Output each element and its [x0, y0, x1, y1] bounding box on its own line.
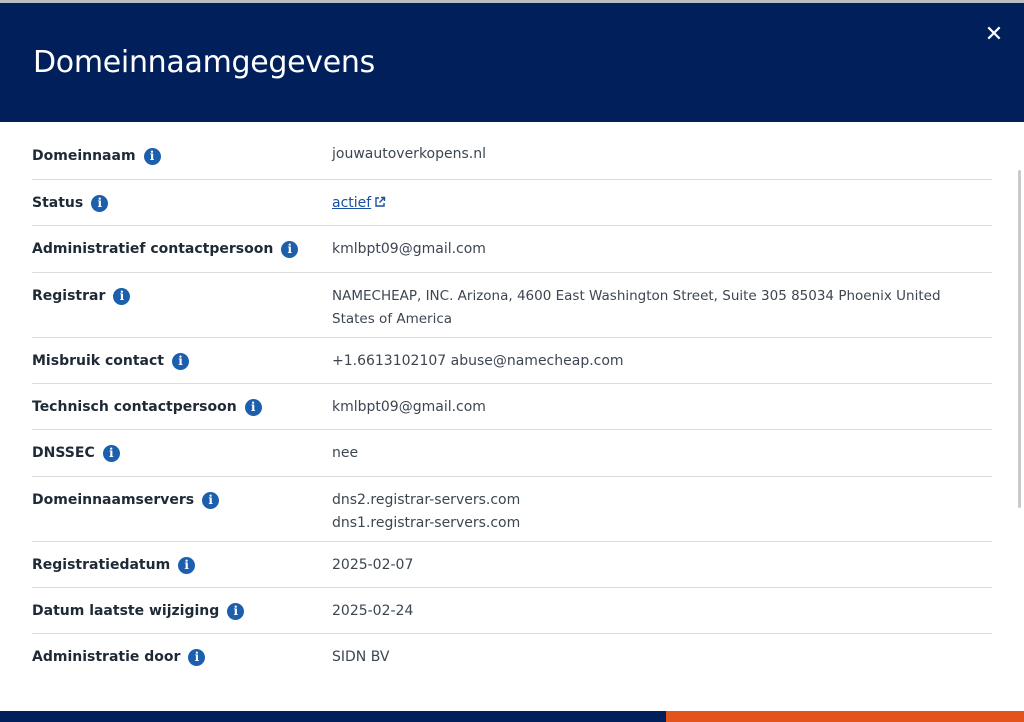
info-icon[interactable]: i	[171, 352, 189, 370]
row-label-wrap: DNSSEC i	[32, 444, 120, 462]
value-line: SIDN BV	[332, 649, 390, 665]
domain-details-dialog: Domeinnaamgegevens ✕ Domeinnaam i jouwau…	[0, 0, 1024, 722]
row-label: Datum laatste wijziging	[32, 603, 220, 619]
dialog-title: Domeinnaamgegevens	[33, 45, 375, 80]
row-value: jouwautoverkopens.nl	[332, 143, 982, 166]
value-line: +1.6613102107 abuse@namecheap.com	[332, 353, 624, 369]
dialog-header: Domeinnaamgegevens ✕	[0, 3, 1024, 122]
row-label-wrap: Datum laatste wijziging i	[32, 602, 245, 620]
row-label-wrap: Administratie door i	[32, 648, 206, 666]
value-line: NAMECHEAP, INC. Arizona, 4600 East Washi…	[332, 288, 941, 327]
row-label: Technisch contactpersoon	[32, 399, 237, 415]
footer-band-navy	[0, 711, 666, 722]
row-domeinnaam: Domeinnaam i jouwautoverkopens.nl	[32, 133, 992, 180]
row-label-wrap: Domeinnaam i	[32, 147, 161, 165]
row-dnssec: DNSSEC i nee	[32, 430, 992, 477]
value-line: dns2.registrar-servers.com	[332, 492, 521, 508]
row-misbruik-contact: Misbruik contact i +1.6613102107 abuse@n…	[32, 338, 992, 384]
info-icon[interactable]: i	[91, 194, 109, 212]
row-label: Domeinnaamservers	[32, 492, 195, 508]
row-label-wrap: Administratief contactpersoon i	[32, 240, 299, 258]
value-line: kmlbpt09@gmail.com	[332, 241, 486, 257]
row-label: Registratiedatum	[32, 557, 171, 573]
row-registratiedatum: Registratiedatum i 2025-02-07	[32, 542, 992, 588]
row-label: Registrar	[32, 288, 106, 304]
row-domeinnaamservers: Domeinnaamservers i dns2.registrar-serve…	[32, 477, 992, 542]
value-line: 2025-02-24	[332, 603, 414, 619]
value-line: kmlbpt09@gmail.com	[332, 399, 486, 415]
info-icon[interactable]: i	[178, 556, 196, 574]
info-icon[interactable]: i	[244, 398, 262, 416]
status-link[interactable]: actief	[332, 195, 386, 211]
value-line: 2025-02-07	[332, 557, 414, 573]
info-icon[interactable]: i	[143, 147, 161, 165]
details-list: Domeinnaam i jouwautoverkopens.nl Status…	[0, 133, 1024, 703]
footer-band-orange	[666, 711, 1024, 722]
row-value: SIDN BV	[332, 646, 982, 669]
info-icon[interactable]: i	[102, 444, 120, 462]
row-label: Misbruik contact	[32, 353, 164, 369]
row-datum-laatste-wijziging: Datum laatste wijziging i 2025-02-24	[32, 588, 992, 634]
info-icon[interactable]: i	[113, 287, 131, 305]
close-icon[interactable]: ✕	[982, 23, 1006, 47]
row-label-wrap: Misbruik contact i	[32, 352, 189, 370]
row-label: Domeinnaam	[32, 148, 136, 164]
row-label-wrap: Status i	[32, 194, 109, 212]
row-value: 2025-02-07	[332, 554, 982, 577]
row-label-wrap: Registratiedatum i	[32, 556, 196, 574]
row-label-wrap: Domeinnaamservers i	[32, 491, 220, 509]
status-link-text: actief	[332, 195, 372, 211]
info-icon[interactable]: i	[227, 602, 245, 620]
info-icon[interactable]: i	[202, 491, 220, 509]
scrollbar-thumb[interactable]	[1018, 170, 1021, 508]
row-label: Administratief contactpersoon	[32, 241, 274, 257]
row-label: Status	[32, 195, 84, 211]
row-administratief-contactpersoon: Administratief contactpersoon i kmlbpt09…	[32, 226, 992, 273]
row-label-wrap: Registrar i	[32, 287, 131, 305]
row-administratie-door: Administratie door i SIDN BV	[32, 634, 992, 694]
row-status: Status i actief	[32, 180, 992, 226]
row-value: kmlbpt09@gmail.com	[332, 396, 982, 419]
row-value: NAMECHEAP, INC. Arizona, 4600 East Washi…	[332, 285, 982, 331]
row-label: DNSSEC	[32, 445, 95, 461]
row-value: 2025-02-24	[332, 600, 982, 623]
value-line: nee	[332, 445, 359, 461]
row-value: nee	[332, 442, 982, 465]
value-line: dns1.registrar-servers.com	[332, 515, 521, 531]
info-icon[interactable]: i	[188, 648, 206, 666]
row-value: kmlbpt09@gmail.com	[332, 238, 982, 261]
row-technisch-contactpersoon: Technisch contactpersoon i kmlbpt09@gmai…	[32, 384, 992, 430]
info-icon[interactable]: i	[281, 240, 299, 258]
row-label: Administratie door	[32, 649, 181, 665]
row-value: dns2.registrar-servers.com dns1.registra…	[332, 489, 982, 535]
row-registrar: Registrar i NAMECHEAP, INC. Arizona, 460…	[32, 273, 992, 338]
value-line: jouwautoverkopens.nl	[332, 146, 486, 162]
row-value: +1.6613102107 abuse@namecheap.com	[332, 350, 982, 373]
external-link-icon	[375, 196, 386, 207]
row-value: actief	[332, 192, 982, 215]
row-label-wrap: Technisch contactpersoon i	[32, 398, 262, 416]
